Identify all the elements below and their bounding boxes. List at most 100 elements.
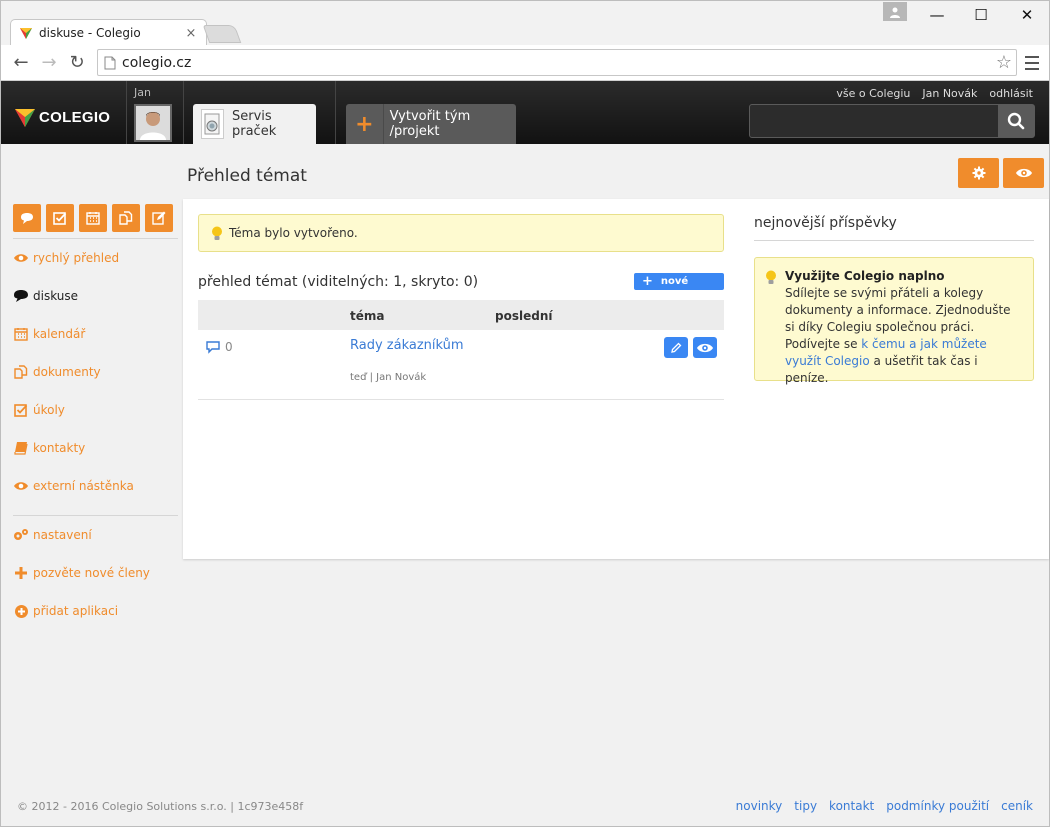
alert-text: Téma bylo vytvořeno. xyxy=(229,226,358,240)
new-topic-button[interactable]: + nové xyxy=(634,273,724,290)
sidebar-quick-actions xyxy=(13,204,173,232)
sidebar-item-documents[interactable]: dokumenty xyxy=(13,362,101,382)
tip-text: Sdílejte se svými přáteli a kolegy dokum… xyxy=(785,286,1011,334)
sidebar-item-external-board[interactable]: externí nástěnka xyxy=(13,476,134,496)
footer-link-contact[interactable]: kontakt xyxy=(829,799,874,813)
quick-discussion-button[interactable] xyxy=(13,204,41,232)
header-divider xyxy=(335,81,336,144)
browser-toolbar: ← → ↻ ☆ xyxy=(0,45,1050,81)
lightbulb-icon xyxy=(766,270,776,284)
forward-arrow-icon[interactable]: → xyxy=(37,50,61,74)
sidebar-item-label: rychlý přehled xyxy=(33,251,120,265)
latest-posts-divider xyxy=(754,240,1034,241)
sidebar-item-label: pozvěte nové členy xyxy=(33,566,150,580)
sidebar-item-discussion[interactable]: diskuse xyxy=(13,286,78,306)
topics-list-title: přehled témat (viditelných: 1, skryto: 0… xyxy=(198,274,479,290)
pencil-icon xyxy=(671,342,682,353)
topic-link[interactable]: Rady zákazníkům xyxy=(350,338,464,353)
footer-link-pricing[interactable]: ceník xyxy=(1001,799,1033,813)
eye-icon xyxy=(13,250,29,266)
logout-link[interactable]: odhlásit xyxy=(989,87,1033,100)
new-tab-button[interactable] xyxy=(202,25,242,43)
browser-tab[interactable]: diskuse - Colegio × xyxy=(10,19,207,46)
comment-count-value: 0 xyxy=(225,340,233,354)
quick-calendar-button[interactable] xyxy=(79,204,107,232)
plus-icon xyxy=(13,565,29,581)
eye-icon xyxy=(13,478,29,494)
footer-link-terms[interactable]: podmínky použití xyxy=(886,799,989,813)
user-label: Jan xyxy=(134,86,151,99)
footer-link-tips[interactable]: tipy xyxy=(794,799,817,813)
browser-tabstrip: diskuse - Colegio × — ☐ ✕ xyxy=(0,0,1050,46)
sidebar-item-calendar[interactable]: kalendář xyxy=(13,324,85,344)
logo-text: COLEGIO xyxy=(39,108,111,126)
edit-topic-button[interactable] xyxy=(664,337,688,358)
sidebar-item-label: diskuse xyxy=(33,289,79,303)
colegio-logo[interactable]: COLEGIO xyxy=(13,105,110,129)
calendar-icon xyxy=(86,212,100,225)
speech-bubble-icon xyxy=(13,288,29,304)
column-header-topic: téma xyxy=(350,309,385,323)
sidebar-item-invite[interactable]: pozvěte nové členy xyxy=(13,563,150,583)
sidebar-item-label: úkoly xyxy=(33,403,65,417)
settings-button[interactable] xyxy=(958,158,999,188)
gears-icon xyxy=(13,527,29,543)
address-bar[interactable]: ☆ xyxy=(97,49,1017,76)
team-tab[interactable]: Servis praček xyxy=(193,104,316,144)
plus-circle-icon xyxy=(13,603,29,619)
calendar-icon xyxy=(13,326,29,342)
topic-meta: teď | Jan Novák xyxy=(350,372,427,383)
colegio-favicon-icon xyxy=(20,28,32,39)
sidebar-divider xyxy=(13,515,178,516)
profile-icon[interactable] xyxy=(883,2,907,21)
sidebar-item-overview[interactable]: rychlý přehled xyxy=(13,248,119,268)
back-arrow-icon[interactable]: ← xyxy=(9,50,33,74)
sidebar-item-contacts[interactable]: kontakty xyxy=(13,438,85,458)
header-divider xyxy=(183,81,184,144)
visibility-button[interactable] xyxy=(1003,158,1044,188)
search-input[interactable] xyxy=(750,105,998,137)
view-topic-button[interactable] xyxy=(693,337,717,358)
quick-task-button[interactable] xyxy=(46,204,74,232)
tip-title: Využijte Colegio naplno xyxy=(785,269,945,283)
window-close-button[interactable]: ✕ xyxy=(1005,3,1049,27)
book-icon xyxy=(13,440,29,456)
page-icon xyxy=(104,56,116,69)
sidebar-item-label: kalendář xyxy=(33,327,86,341)
reload-icon[interactable]: ↻ xyxy=(65,50,89,74)
table-row: 0 Rady zákazníkům teď | Jan Novák xyxy=(198,330,724,400)
search-button[interactable] xyxy=(998,105,1034,137)
quick-documents-button[interactable] xyxy=(112,204,140,232)
sidebar-item-label: nastavení xyxy=(33,528,92,542)
checkbox-icon xyxy=(13,402,29,418)
about-link[interactable]: vše o Colegiu xyxy=(836,87,910,100)
browser-menu-icon[interactable] xyxy=(1023,53,1041,73)
lightbulb-icon xyxy=(212,226,222,240)
column-header-last: poslední xyxy=(495,309,553,323)
create-team-label: Vytvořit tým /projekt xyxy=(389,109,471,139)
bookmark-star-icon[interactable]: ☆ xyxy=(996,52,1012,73)
page: rychlý přehled diskuse kalendář dokument… xyxy=(0,144,1050,827)
quick-edit-button[interactable] xyxy=(145,204,173,232)
washing-machine-icon xyxy=(201,109,224,139)
create-team-button[interactable]: + Vytvořit tým /projekt xyxy=(346,104,516,144)
app-header: COLEGIO Jan Servis praček + Vytvořit tým… xyxy=(0,81,1050,144)
comment-count: 0 xyxy=(206,340,233,354)
top-links: vše o Colegiu Jan Novák odhlásit xyxy=(836,87,1033,100)
tip-text-more: Podívejte se k čemu a jak můžete využít … xyxy=(785,337,987,385)
tab-close-icon[interactable]: × xyxy=(184,26,198,41)
sidebar-item-settings[interactable]: nastavení xyxy=(13,525,92,545)
footer-link-news[interactable]: novinky xyxy=(736,799,783,813)
eye-icon xyxy=(1015,168,1032,178)
new-topic-label: nové xyxy=(660,276,689,287)
user-name-link[interactable]: Jan Novák xyxy=(922,87,977,100)
window-maximize-button[interactable]: ☐ xyxy=(959,3,1003,27)
sidebar-item-add-app[interactable]: přidat aplikaci xyxy=(13,601,118,621)
avatar[interactable] xyxy=(134,104,172,142)
url-input[interactable] xyxy=(122,54,996,71)
plus-icon: + xyxy=(642,274,653,289)
sidebar-divider xyxy=(13,238,178,239)
window-minimize-button[interactable]: — xyxy=(915,3,959,27)
eye-icon xyxy=(697,343,713,352)
sidebar-item-tasks[interactable]: úkoly xyxy=(13,400,65,420)
